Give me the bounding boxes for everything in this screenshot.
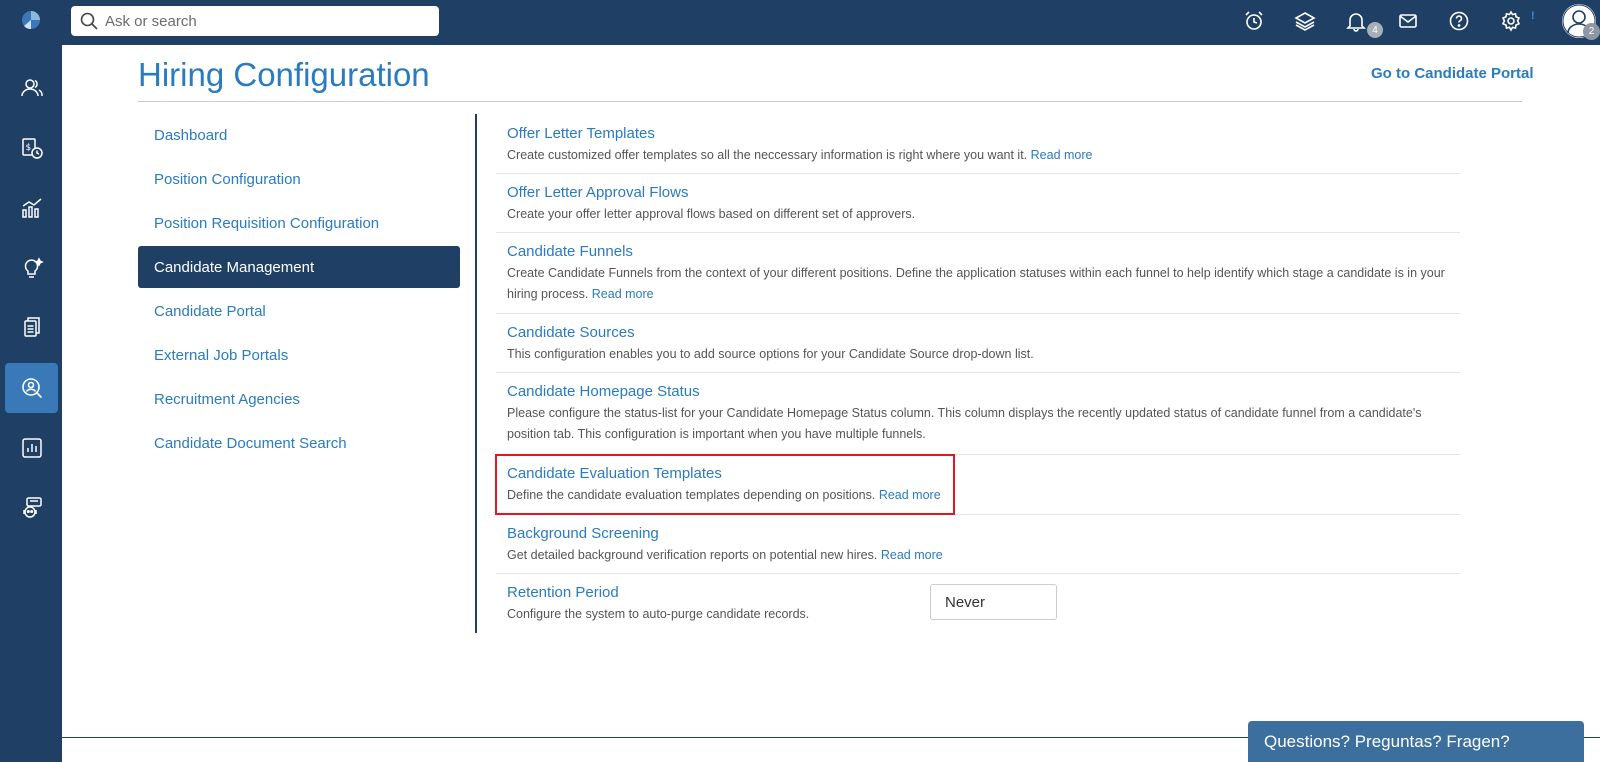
config-title[interactable]: Candidate Funnels [507,243,633,260]
page-title: Hiring Configuration [138,56,430,93]
settings-indicator: ! [1531,10,1535,22]
mail-icon[interactable] [1395,8,1421,34]
config-title[interactable]: Candidate Sources [507,324,635,341]
gear-icon[interactable] [1498,8,1524,34]
nav-item-external-job-portals[interactable]: External Job Portals [138,334,460,376]
nav-item-position-requisition-configuration[interactable]: Position Requisition Configuration [138,202,460,244]
config-title[interactable]: Background Screening [507,525,659,542]
help-chat-tab[interactable]: Questions? Preguntas? Fragen? [1248,721,1584,762]
config-item-candidate-homepage-status: Candidate Homepage Status Please configu… [496,373,1460,455]
nav-item-candidate-management[interactable]: Candidate Management [138,246,460,288]
svg-text:$: $ [25,143,31,153]
title-divider [138,101,1522,102]
highlight-box [495,454,955,515]
config-item-candidate-sources: Candidate Sources This configuration ena… [496,314,1460,373]
help-icon[interactable] [1446,8,1472,34]
nav-item-candidate-portal[interactable]: Candidate Portal [138,290,460,332]
search-input[interactable]: Ask or search [71,6,439,36]
alarm-clock-icon[interactable] [1241,8,1267,34]
recruitment-search-icon[interactable] [5,363,58,413]
avatar-badge: 2 [1583,23,1600,40]
search-icon [80,12,98,30]
support-bot-icon[interactable] [5,483,58,533]
retention-period-select[interactable]: Never [930,584,1057,620]
config-description: Get detailed background verification rep… [507,548,943,562]
nav-divider [475,114,477,633]
payroll-clock-icon[interactable]: $ [5,123,58,173]
config-description: Please configure the status-list for you… [507,406,1422,441]
reports-icon[interactable] [5,423,58,473]
bell-icon[interactable] [1343,8,1369,34]
config-title[interactable]: Candidate Homepage Status [507,383,700,400]
config-description: Create your offer letter approval flows … [507,207,916,221]
config-item-offer-letter-templates: Offer Letter Templates Create customized… [496,115,1460,174]
config-description: This configuration enables you to add so… [507,347,1034,361]
config-title[interactable]: Offer Letter Templates [507,125,655,142]
search-placeholder: Ask or search [105,12,197,30]
config-item-offer-letter-approval-flows: Offer Letter Approval Flows Create your … [496,174,1460,233]
lightbulb-icon[interactable] [5,243,58,293]
nav-item-dashboard[interactable]: Dashboard [138,114,460,156]
config-item-candidate-funnels: Candidate Funnels Create Candidate Funne… [496,233,1460,314]
config-item-background-screening: Background Screening Get detailed backgr… [496,515,1460,574]
read-more-link[interactable]: Read more [592,287,654,301]
nav-item-candidate-document-search[interactable]: Candidate Document Search [138,422,460,464]
read-more-link[interactable]: Read more [881,548,943,562]
config-description: Create customized offer templates so all… [507,148,1093,162]
read-more-link[interactable]: Read more [1031,148,1093,162]
nav-item-recruitment-agencies[interactable]: Recruitment Agencies [138,378,460,420]
top-bar: Ask or search 4 ! 2 [0,0,1600,45]
layers-icon[interactable] [1292,8,1318,34]
people-icon[interactable] [5,63,58,113]
config-title[interactable]: Retention Period [507,584,619,601]
left-rail: $ [0,45,62,762]
analytics-chart-icon[interactable] [5,183,58,233]
app-logo-icon[interactable] [20,9,42,31]
config-description: Create Candidate Funnels from the contex… [507,266,1445,301]
go-to-candidate-portal-link[interactable]: Go to Candidate Portal [1371,65,1534,82]
documents-icon[interactable] [5,303,58,353]
nav-item-position-configuration[interactable]: Position Configuration [138,158,460,200]
notification-count-badge: 4 [1367,22,1383,38]
config-title[interactable]: Offer Letter Approval Flows [507,184,688,201]
